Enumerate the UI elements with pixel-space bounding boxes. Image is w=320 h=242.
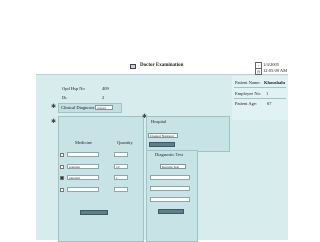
quantity-column-header: Quantity (117, 140, 133, 145)
clock-icon: ◷ (255, 68, 262, 75)
expand-icon[interactable]: ✱ (51, 104, 56, 110)
employee-no-label: Employee No: (235, 91, 262, 96)
medicine-name-input[interactable] (67, 152, 99, 157)
diagnostic-test-label: Diagnostic Test (155, 152, 183, 157)
expand-icon[interactable]: ✱ (51, 119, 56, 125)
divider (234, 87, 286, 88)
doctor-icon (130, 64, 136, 69)
medicine-row-checkbox[interactable] (60, 176, 64, 180)
dr-label: Dr. (62, 95, 68, 100)
divider (234, 98, 286, 99)
hospital-select[interactable]: Liaquat National (148, 133, 178, 138)
diagnostic-test-select[interactable]: Keratin Test (160, 164, 186, 169)
medicine-row-checkbox[interactable] (60, 188, 64, 192)
opd-hsp-label: Opd Hsp No (62, 86, 85, 91)
hospital-confirm-button[interactable] (149, 142, 175, 147)
medicine-add-button[interactable] (80, 210, 108, 215)
time-text: 12:05:09 AM (263, 68, 288, 73)
dr-value: 2 (102, 95, 105, 100)
patient-age-label: Patient Age: (235, 101, 258, 106)
patient-age-value: 67 (267, 101, 272, 106)
diagnostic-add-button[interactable] (158, 209, 184, 214)
medicine-qty-input[interactable] (114, 152, 128, 157)
medicine-qty-input[interactable]: 1 (114, 175, 128, 180)
medicine-row-checkbox[interactable] (60, 165, 64, 169)
medicine-name-input[interactable]: ponstan (67, 164, 99, 169)
medicine-name-input[interactable] (67, 187, 99, 192)
diagnostic-test-input[interactable] (150, 186, 190, 191)
clinical-diagnosis-label: Clinical Diagnosis (61, 105, 95, 110)
opd-hsp-value: 409 (102, 86, 109, 91)
diagnostic-test-input[interactable] (150, 197, 190, 202)
hospital-label: Hospital (151, 119, 167, 124)
clinical-diagnosis-select[interactable]: cancer (95, 105, 113, 110)
patient-name-label: Patient Name: (235, 80, 261, 85)
diagnostic-test-input[interactable] (150, 175, 190, 180)
employee-no-value: 1 (266, 91, 269, 96)
medicine-qty-input[interactable]: 12 (114, 164, 128, 169)
medicine-name-input[interactable]: panadol (67, 175, 99, 180)
medicine-row-checkbox[interactable] (60, 153, 64, 157)
patient-name-value: Khoushalu (264, 80, 286, 85)
medicine-column-header: Medicine (75, 140, 92, 145)
date-text: 1/4/2005 (263, 62, 280, 67)
medicine-qty-input[interactable] (114, 187, 128, 192)
window-title: Doctor Examination (140, 63, 184, 68)
